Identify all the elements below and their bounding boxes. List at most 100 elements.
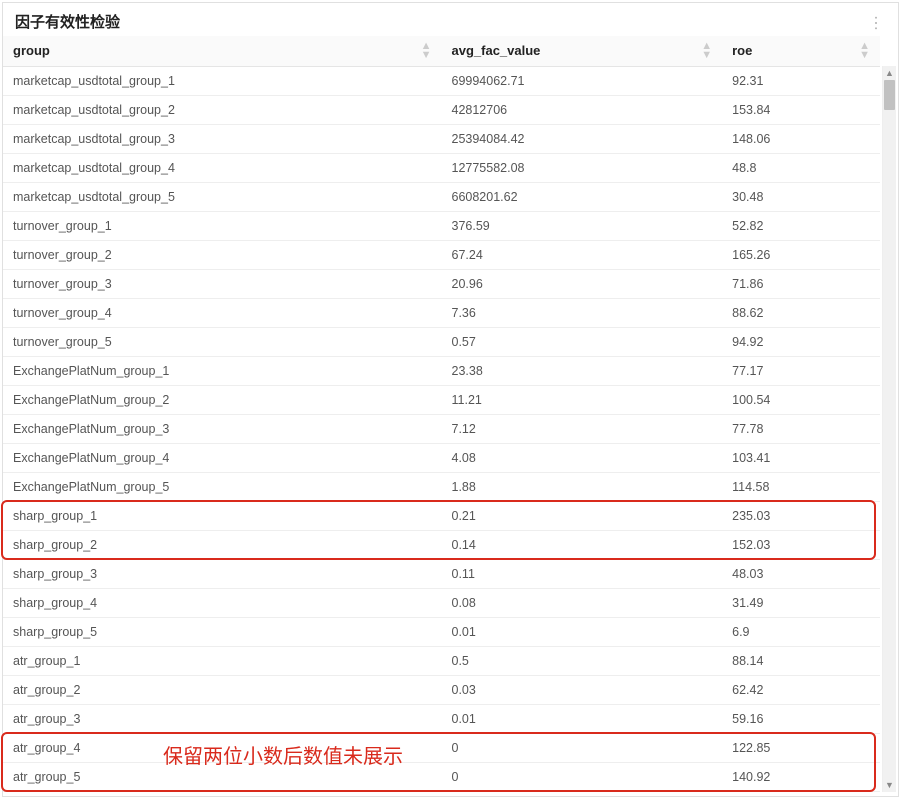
cell-roe: 122.85 bbox=[722, 734, 880, 763]
col-header-avg[interactable]: avg_fac_value ▲▼ bbox=[442, 36, 723, 67]
cell-group: ExchangePlatNum_group_1 bbox=[3, 357, 442, 386]
cell-roe: 77.78 bbox=[722, 415, 880, 444]
data-table: group ▲▼ avg_fac_value ▲▼ roe ▲▼ marketc… bbox=[3, 36, 880, 792]
cell-avg: 0 bbox=[442, 763, 723, 792]
cell-group: sharp_group_1 bbox=[3, 502, 442, 531]
cell-avg: 0.01 bbox=[442, 705, 723, 734]
table-row: atr_group_40122.85 bbox=[3, 734, 880, 763]
col-header-avg-label: avg_fac_value bbox=[452, 43, 541, 58]
cell-avg: 11.21 bbox=[442, 386, 723, 415]
vertical-scrollbar[interactable]: ▲ ▼ bbox=[882, 66, 896, 792]
cell-roe: 153.84 bbox=[722, 96, 880, 125]
cell-group: sharp_group_4 bbox=[3, 589, 442, 618]
cell-roe: 52.82 bbox=[722, 212, 880, 241]
scroll-up-icon[interactable]: ▲ bbox=[883, 66, 896, 80]
cell-roe: 88.14 bbox=[722, 647, 880, 676]
cell-roe: 148.06 bbox=[722, 125, 880, 154]
col-header-roe-label: roe bbox=[732, 43, 752, 58]
cell-roe: 235.03 bbox=[722, 502, 880, 531]
cell-group: marketcap_usdtotal_group_5 bbox=[3, 183, 442, 212]
cell-avg: 0.01 bbox=[442, 618, 723, 647]
more-icon[interactable]: ⋯ bbox=[867, 11, 883, 33]
cell-avg: 0.03 bbox=[442, 676, 723, 705]
table-row: turnover_group_47.3688.62 bbox=[3, 299, 880, 328]
cell-avg: 0.57 bbox=[442, 328, 723, 357]
cell-group: ExchangePlatNum_group_4 bbox=[3, 444, 442, 473]
table-row: sharp_group_40.0831.49 bbox=[3, 589, 880, 618]
cell-avg: 0.08 bbox=[442, 589, 723, 618]
cell-group: atr_group_4 bbox=[3, 734, 442, 763]
cell-roe: 31.49 bbox=[722, 589, 880, 618]
table-row: turnover_group_320.9671.86 bbox=[3, 270, 880, 299]
table-row: ExchangePlatNum_group_44.08103.41 bbox=[3, 444, 880, 473]
table-row: turnover_group_1376.5952.82 bbox=[3, 212, 880, 241]
table-header-row: group ▲▼ avg_fac_value ▲▼ roe ▲▼ bbox=[3, 36, 880, 67]
sort-icon[interactable]: ▲▼ bbox=[859, 43, 870, 59]
cell-avg: 20.96 bbox=[442, 270, 723, 299]
cell-group: marketcap_usdtotal_group_1 bbox=[3, 67, 442, 96]
table-row: ExchangePlatNum_group_37.1277.78 bbox=[3, 415, 880, 444]
cell-group: ExchangePlatNum_group_3 bbox=[3, 415, 442, 444]
cell-group: turnover_group_4 bbox=[3, 299, 442, 328]
table-row: atr_group_20.0362.42 bbox=[3, 676, 880, 705]
cell-roe: 88.62 bbox=[722, 299, 880, 328]
cell-group: atr_group_2 bbox=[3, 676, 442, 705]
cell-avg: 0.5 bbox=[442, 647, 723, 676]
table-row: marketcap_usdtotal_group_325394084.42148… bbox=[3, 125, 880, 154]
table-row: ExchangePlatNum_group_51.88114.58 bbox=[3, 473, 880, 502]
col-header-group[interactable]: group ▲▼ bbox=[3, 36, 442, 67]
table-row: sharp_group_50.016.9 bbox=[3, 618, 880, 647]
cell-roe: 48.8 bbox=[722, 154, 880, 183]
cell-roe: 48.03 bbox=[722, 560, 880, 589]
table-row: marketcap_usdtotal_group_169994062.7192.… bbox=[3, 67, 880, 96]
cell-group: turnover_group_1 bbox=[3, 212, 442, 241]
table-row: marketcap_usdtotal_group_242812706153.84 bbox=[3, 96, 880, 125]
table-row: marketcap_usdtotal_group_56608201.6230.4… bbox=[3, 183, 880, 212]
scroll-down-icon[interactable]: ▼ bbox=[883, 778, 896, 792]
table-row: sharp_group_10.21235.03 bbox=[3, 502, 880, 531]
cell-avg: 7.12 bbox=[442, 415, 723, 444]
cell-roe: 59.16 bbox=[722, 705, 880, 734]
cell-roe: 100.54 bbox=[722, 386, 880, 415]
cell-roe: 152.03 bbox=[722, 531, 880, 560]
cell-roe: 71.86 bbox=[722, 270, 880, 299]
cell-avg: 23.38 bbox=[442, 357, 723, 386]
scroll-thumb[interactable] bbox=[884, 80, 895, 110]
cell-roe: 114.58 bbox=[722, 473, 880, 502]
cell-group: atr_group_3 bbox=[3, 705, 442, 734]
cell-group: turnover_group_3 bbox=[3, 270, 442, 299]
table-row: turnover_group_50.5794.92 bbox=[3, 328, 880, 357]
cell-avg: 1.88 bbox=[442, 473, 723, 502]
cell-roe: 30.48 bbox=[722, 183, 880, 212]
sort-icon[interactable]: ▲▼ bbox=[701, 43, 712, 59]
cell-avg: 0.21 bbox=[442, 502, 723, 531]
table-row: ExchangePlatNum_group_211.21100.54 bbox=[3, 386, 880, 415]
table-row: atr_group_30.0159.16 bbox=[3, 705, 880, 734]
cell-group: sharp_group_2 bbox=[3, 531, 442, 560]
cell-group: atr_group_1 bbox=[3, 647, 442, 676]
cell-group: ExchangePlatNum_group_5 bbox=[3, 473, 442, 502]
table-row: ExchangePlatNum_group_123.3877.17 bbox=[3, 357, 880, 386]
cell-group: marketcap_usdtotal_group_3 bbox=[3, 125, 442, 154]
cell-avg: 0.14 bbox=[442, 531, 723, 560]
table-row: sharp_group_20.14152.03 bbox=[3, 531, 880, 560]
cell-roe: 103.41 bbox=[722, 444, 880, 473]
col-header-roe[interactable]: roe ▲▼ bbox=[722, 36, 880, 67]
col-header-group-label: group bbox=[13, 43, 50, 58]
table-row: atr_group_10.588.14 bbox=[3, 647, 880, 676]
cell-avg: 6608201.62 bbox=[442, 183, 723, 212]
table-row: marketcap_usdtotal_group_412775582.0848.… bbox=[3, 154, 880, 183]
cell-avg: 12775582.08 bbox=[442, 154, 723, 183]
cell-roe: 165.26 bbox=[722, 241, 880, 270]
cell-roe: 92.31 bbox=[722, 67, 880, 96]
cell-roe: 6.9 bbox=[722, 618, 880, 647]
table-row: sharp_group_30.1148.03 bbox=[3, 560, 880, 589]
cell-avg: 69994062.71 bbox=[442, 67, 723, 96]
cell-avg: 25394084.42 bbox=[442, 125, 723, 154]
cell-roe: 94.92 bbox=[722, 328, 880, 357]
cell-group: atr_group_5 bbox=[3, 763, 442, 792]
cell-group: turnover_group_2 bbox=[3, 241, 442, 270]
sort-icon[interactable]: ▲▼ bbox=[421, 43, 432, 59]
cell-avg: 67.24 bbox=[442, 241, 723, 270]
table-row: atr_group_50140.92 bbox=[3, 763, 880, 792]
